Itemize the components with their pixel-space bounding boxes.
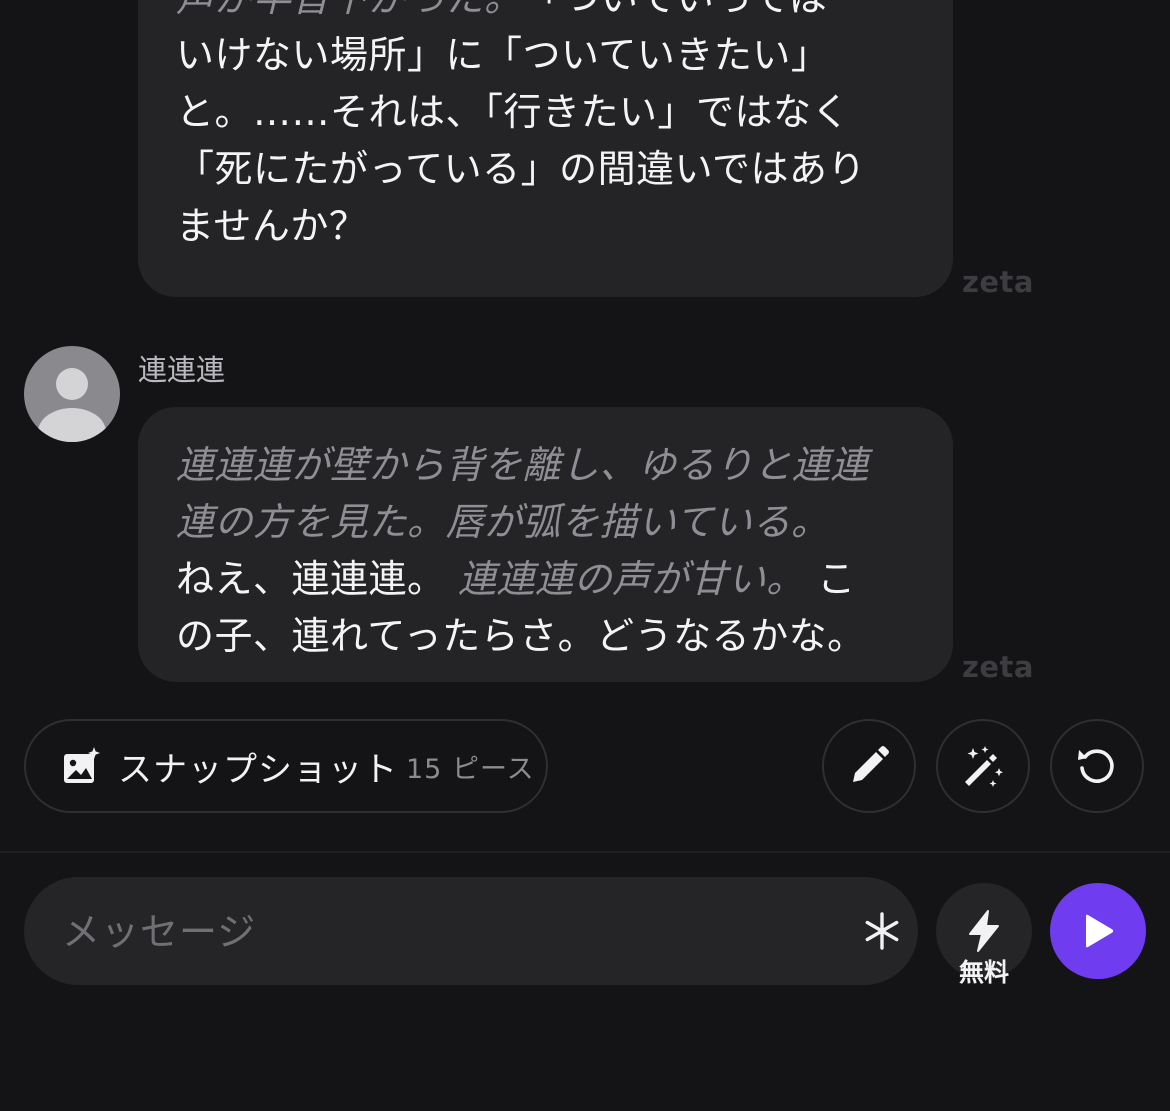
message-input-container bbox=[24, 877, 918, 987]
send-button[interactable] bbox=[1050, 883, 1146, 979]
asterisk-icon bbox=[865, 912, 899, 950]
message-input[interactable] bbox=[60, 877, 824, 987]
snapshot-button[interactable]: スナップショット 15 ピース bbox=[24, 719, 548, 813]
message-line: と。……それは、「行きたい」ではなく bbox=[176, 84, 919, 141]
lightning-icon bbox=[969, 910, 999, 952]
snapshot-label: スナップショット bbox=[118, 749, 398, 790]
message-line: いけない場所」に「ついていきたい」 bbox=[176, 27, 919, 84]
chat-screen: 声が半音下がった。 「ついていってはいけない場所」に「ついていきたい」と。……そ… bbox=[0, 0, 1170, 1111]
speech-text: の子、連れてったらさ。どうなるかな。 bbox=[176, 614, 866, 658]
speech-text: こ bbox=[804, 557, 856, 601]
message-line: 連連連が壁から背を離し、ゆるりと連連 bbox=[176, 437, 919, 494]
speech-text: ねえ、連連連。 bbox=[176, 557, 446, 601]
regenerate-button[interactable] bbox=[1050, 719, 1144, 813]
message-line: の子、連れてったらさ。どうなるかな。 bbox=[176, 608, 919, 665]
pencil-icon bbox=[853, 746, 889, 782]
message-bubble: 連連連が壁から背を離し、ゆるりと連連 連の方を見た。唇が弧を描いている。 ねえ、連連… bbox=[138, 407, 953, 682]
edit-button[interactable] bbox=[822, 719, 916, 813]
narration-text: 声が半音下がった。 bbox=[176, 0, 504, 20]
zeta-watermark: zeta bbox=[962, 650, 1034, 684]
message-bubble: 声が半音下がった。 「ついていってはいけない場所」に「ついていきたい」と。……そ… bbox=[138, 0, 953, 297]
asterisk-button[interactable] bbox=[850, 899, 914, 963]
message-line: 声が半音下がった。 「ついていっては bbox=[176, 0, 919, 27]
speech-text: と。……それは、「行きたい」ではなく bbox=[176, 90, 851, 134]
speech-text: 「ついていっては bbox=[504, 0, 828, 20]
refresh-icon bbox=[1078, 749, 1114, 783]
snapshot-count: 15 ピース bbox=[406, 753, 535, 785]
narration-text: 連連連の声が甘い。 bbox=[445, 557, 805, 601]
speech-text: ませんか？ bbox=[176, 204, 368, 248]
play-icon bbox=[1086, 914, 1114, 948]
magic-wand-icon bbox=[965, 746, 1003, 787]
boost-label: 無料 bbox=[958, 958, 1009, 987]
message-line: 連の方を見た。唇が弧を描いている。 bbox=[176, 494, 919, 551]
message-line: ねえ、連連連。 連連連の声が甘い。 こ bbox=[176, 551, 919, 608]
character-avatar[interactable] bbox=[24, 346, 120, 442]
narration-text: 連連連が壁から背を離し、ゆるりと連連 bbox=[176, 443, 870, 487]
composer-divider bbox=[0, 851, 1170, 853]
zeta-watermark: zeta bbox=[962, 265, 1034, 299]
character-name: 連連連 bbox=[138, 353, 226, 387]
image-sparkle-icon bbox=[64, 747, 100, 783]
message-line: 「死にたがっている」の間違いではあり bbox=[176, 141, 919, 198]
narration-text: 連の方を見た。唇が弧を描いている。 bbox=[176, 500, 830, 544]
speech-text: いけない場所」に「ついていきたい」 bbox=[176, 33, 830, 77]
magic-wand-button[interactable] bbox=[936, 719, 1030, 813]
user-silhouette-icon bbox=[24, 346, 120, 442]
message-line: ませんか？ bbox=[176, 198, 919, 255]
speech-text: 「死にたがっている」の間違いではあり bbox=[176, 147, 866, 191]
